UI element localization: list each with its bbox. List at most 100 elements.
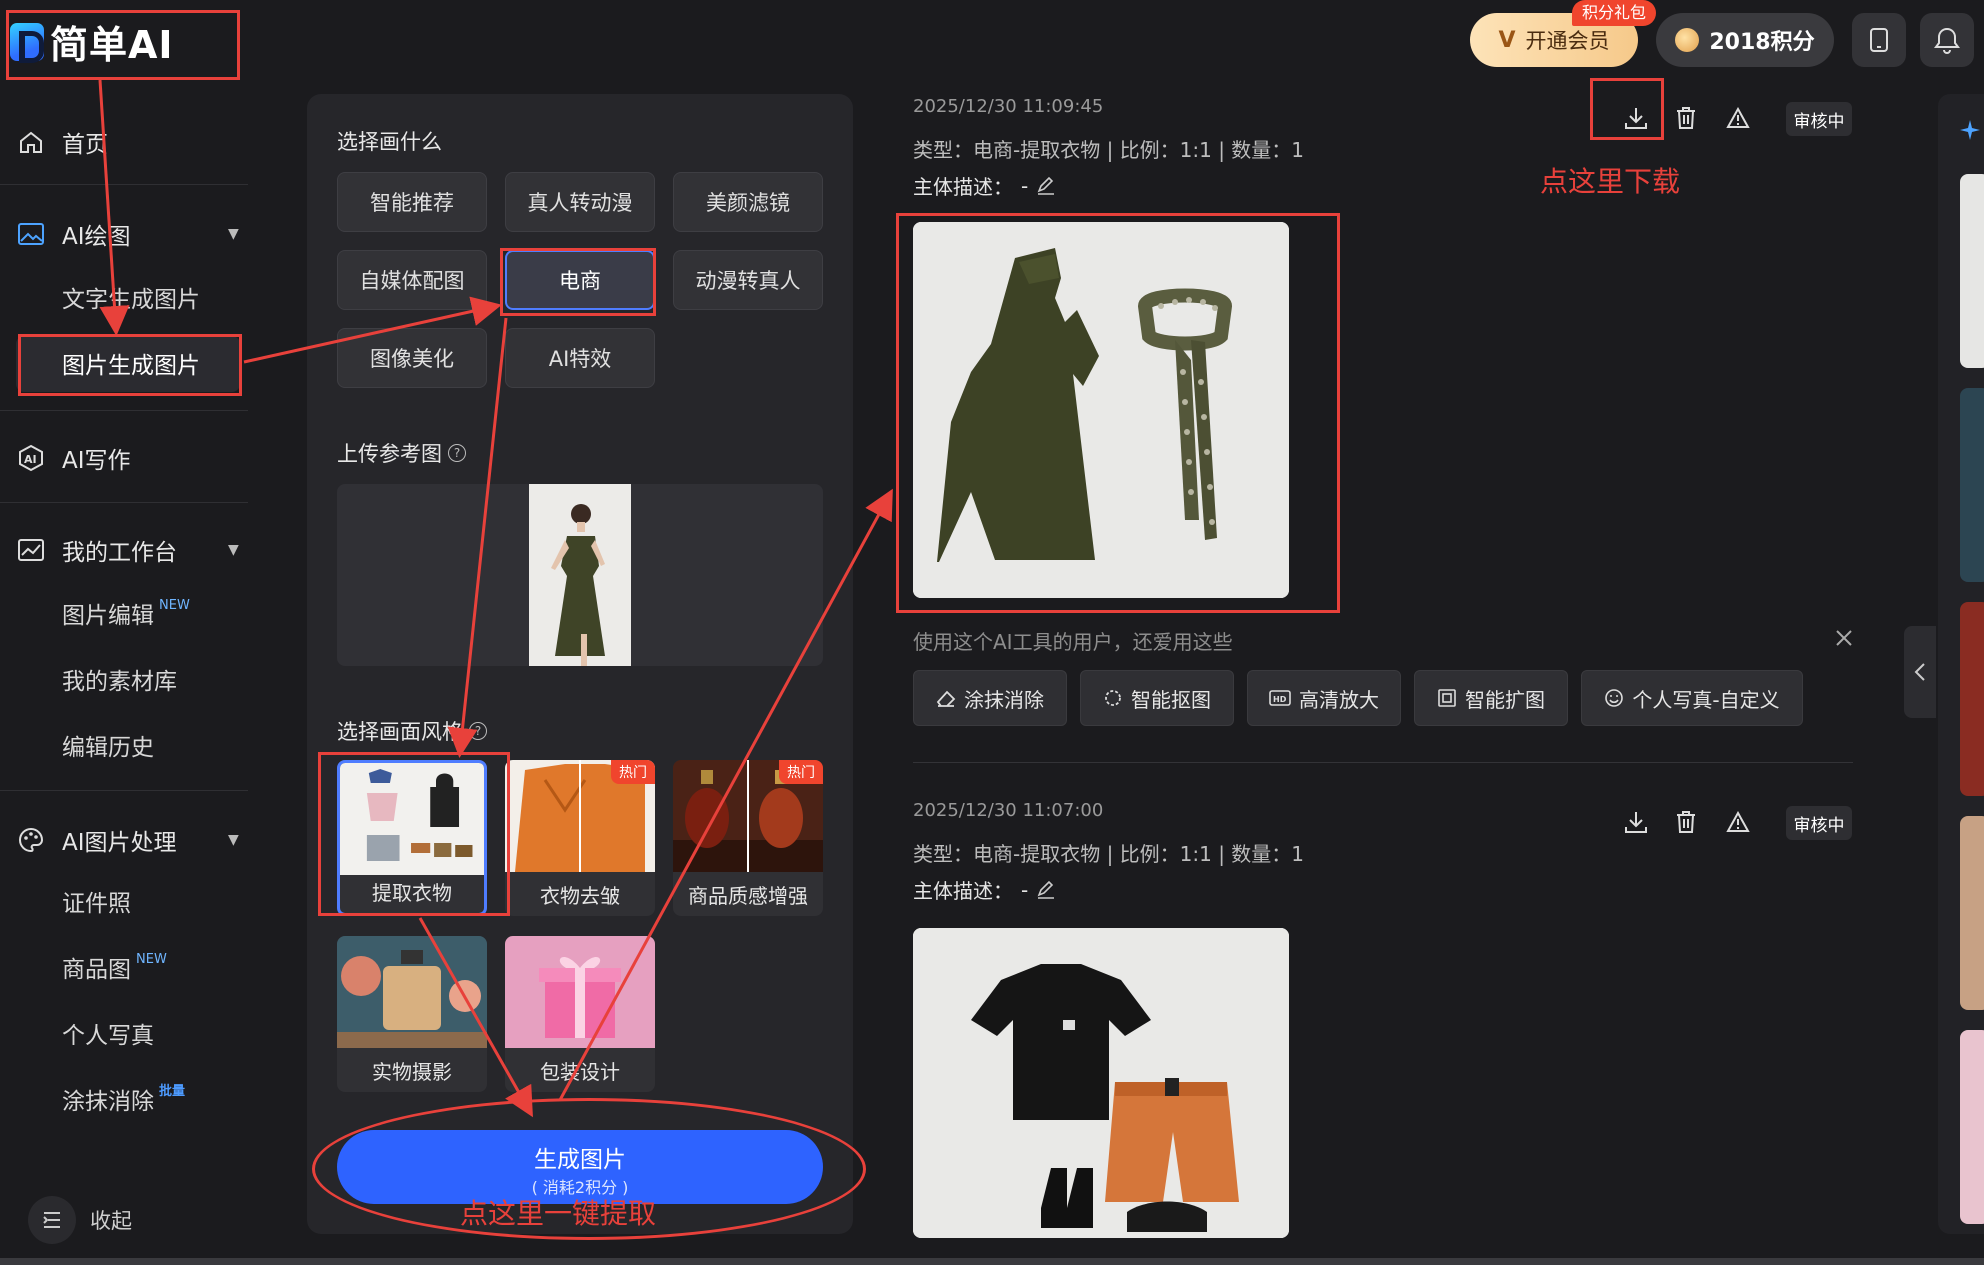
annotation-box-ecommerce — [500, 248, 656, 316]
status-badge: 审核中 — [1786, 806, 1852, 840]
svg-text:AI: AI — [24, 453, 37, 466]
upload-title-text: 上传参考图 — [337, 442, 442, 466]
annotation-box-download — [1590, 78, 1664, 140]
gift-box-thumbnail — [505, 936, 655, 1048]
category-chip[interactable]: 自媒体配图 — [337, 250, 487, 310]
style-card-texture-enhance[interactable]: 热门 商品质感增强 — [673, 760, 823, 916]
edit-icon[interactable] — [1036, 176, 1056, 196]
expand-image-icon — [1438, 689, 1456, 707]
category-chip[interactable]: 美颜滤镜 — [673, 172, 823, 232]
sidebar-divider — [0, 410, 248, 411]
nav-portrait[interactable]: 个人写真 — [62, 1016, 154, 1056]
annotation-box-result-image — [896, 213, 1340, 613]
sparkle-icon — [1960, 120, 1980, 140]
tool-portrait-button[interactable]: 个人写真-自定义 — [1581, 670, 1803, 726]
help-icon[interactable]: ? — [448, 444, 466, 462]
nav-workbench-label: 我的工作台 — [62, 540, 177, 566]
style-label: 实物摄影 — [372, 1060, 452, 1084]
points-label: 2018积分 — [1709, 30, 1815, 55]
trash-icon — [1677, 811, 1695, 833]
notification-button[interactable] — [1920, 13, 1974, 67]
warning-icon — [1726, 811, 1750, 832]
result-separator — [913, 762, 1853, 763]
nav-ai-writing[interactable]: AI AI写作 — [0, 430, 248, 486]
download-button[interactable] — [1618, 804, 1654, 840]
report-button[interactable] — [1720, 804, 1756, 840]
upload-title: 上传参考图 ? — [337, 438, 466, 468]
desc-label: 主体描述： — [913, 879, 1013, 903]
nav-product-image[interactable]: 商品图 NEW — [62, 950, 167, 990]
collapse-icon — [28, 1196, 76, 1244]
category-chip[interactable]: 动漫转真人 — [673, 250, 823, 310]
nav-image-edit[interactable]: 图片编辑 NEW — [62, 596, 190, 636]
annotation-download-hint: 点这里下载 — [1540, 165, 1681, 198]
warning-icon — [1726, 107, 1750, 128]
category-chip[interactable]: 图像美化 — [337, 328, 487, 388]
style-card-wrinkle-removal[interactable]: 热门 衣物去皱 — [505, 760, 655, 916]
vip-gift-badge: 积分礼包 — [1572, 0, 1657, 26]
category-chip[interactable]: AI特效 — [505, 328, 655, 388]
style-card-product-photo[interactable]: 实物摄影 — [337, 936, 487, 1092]
vip-label: 开通会员 — [1525, 29, 1610, 53]
style-label: 商品质感增强 — [688, 884, 808, 908]
report-button[interactable] — [1720, 100, 1756, 136]
download-icon — [1625, 812, 1647, 833]
choose-title: 选择画什么 — [337, 130, 442, 154]
nav-history[interactable]: 编辑历史 — [62, 728, 154, 768]
nav-text-to-image[interactable]: 文字生成图片 — [62, 280, 200, 320]
side-panel-toggle[interactable] — [1904, 626, 1936, 718]
edit-icon[interactable] — [1036, 880, 1056, 900]
delete-button[interactable] — [1668, 100, 1704, 136]
batch-badge: 批量 — [159, 1084, 186, 1099]
tool-label: 智能扩图 — [1465, 687, 1545, 712]
smile-icon — [1605, 689, 1624, 707]
nav-ai-image-process[interactable]: AI图片处理 ▼ — [0, 812, 248, 868]
tool-erase-button[interactable]: 涂抹消除 — [913, 670, 1067, 726]
upload-area[interactable] — [337, 484, 823, 666]
category-chip[interactable]: 智能推荐 — [337, 172, 487, 232]
close-recommend-button[interactable] — [1826, 620, 1862, 656]
nav-id-photo[interactable]: 证件照 — [62, 884, 131, 924]
nav-ai-drawing[interactable]: AI绘图 ▼ — [0, 206, 248, 262]
annotation-extract-hint: 点这里一键提取 — [460, 1197, 657, 1230]
nav-ai-writing-label: AI写作 — [62, 448, 131, 474]
tool-cutout-button[interactable]: 智能抠图 — [1080, 670, 1234, 726]
inspiration-thumb[interactable] — [1960, 388, 1984, 582]
sidebar-divider — [0, 184, 248, 185]
nav-assets[interactable]: 我的素材库 — [62, 662, 177, 702]
inspiration-thumb[interactable] — [1960, 816, 1984, 1010]
chevron-down-icon: ▼ — [228, 226, 239, 242]
style-label: 包装设计 — [540, 1060, 620, 1084]
points-button[interactable]: 2018积分 — [1656, 13, 1834, 67]
nav-erase[interactable]: 涂抹消除 批量 — [62, 1082, 185, 1122]
inspiration-thumb[interactable] — [1960, 174, 1984, 368]
inspiration-thumb[interactable] — [1960, 1030, 1984, 1224]
result-description: 主体描述： - — [913, 875, 1056, 904]
result-description: 主体描述： - — [913, 171, 1056, 200]
nav-product-image-label: 商品图 — [62, 957, 131, 983]
help-icon[interactable]: ? — [469, 722, 487, 740]
ai-writing-icon: AI — [16, 443, 46, 473]
reference-image — [529, 484, 631, 666]
inspiration-thumb[interactable] — [1960, 602, 1984, 796]
tool-upscale-button[interactable]: HD 高清放大 — [1247, 670, 1401, 726]
delete-button[interactable] — [1668, 804, 1704, 840]
style-card-package-design[interactable]: 包装设计 — [505, 936, 655, 1092]
inspiration-strip — [1938, 94, 1984, 1234]
result-image[interactable] — [913, 928, 1289, 1238]
chart-icon — [16, 535, 46, 565]
tablet-button[interactable] — [1852, 13, 1906, 67]
style-title-text: 选择画面风格 — [337, 720, 463, 744]
nav-workbench[interactable]: 我的工作台 ▼ — [0, 522, 248, 578]
cutout-icon — [1105, 690, 1121, 706]
new-badge: NEW — [136, 952, 167, 967]
category-chip[interactable]: 真人转动漫 — [505, 172, 655, 232]
nav-home[interactable]: 首页 — [0, 114, 248, 170]
tool-label: 个人写真-自定义 — [1632, 687, 1780, 712]
sidebar-divider — [0, 502, 248, 503]
collapse-label: 收起 — [90, 1209, 132, 1233]
collapse-button[interactable]: 收起 — [28, 1196, 132, 1244]
home-icon — [16, 127, 46, 157]
tool-expand-button[interactable]: 智能扩图 — [1414, 670, 1568, 726]
perfume-thumbnail — [337, 936, 487, 1048]
